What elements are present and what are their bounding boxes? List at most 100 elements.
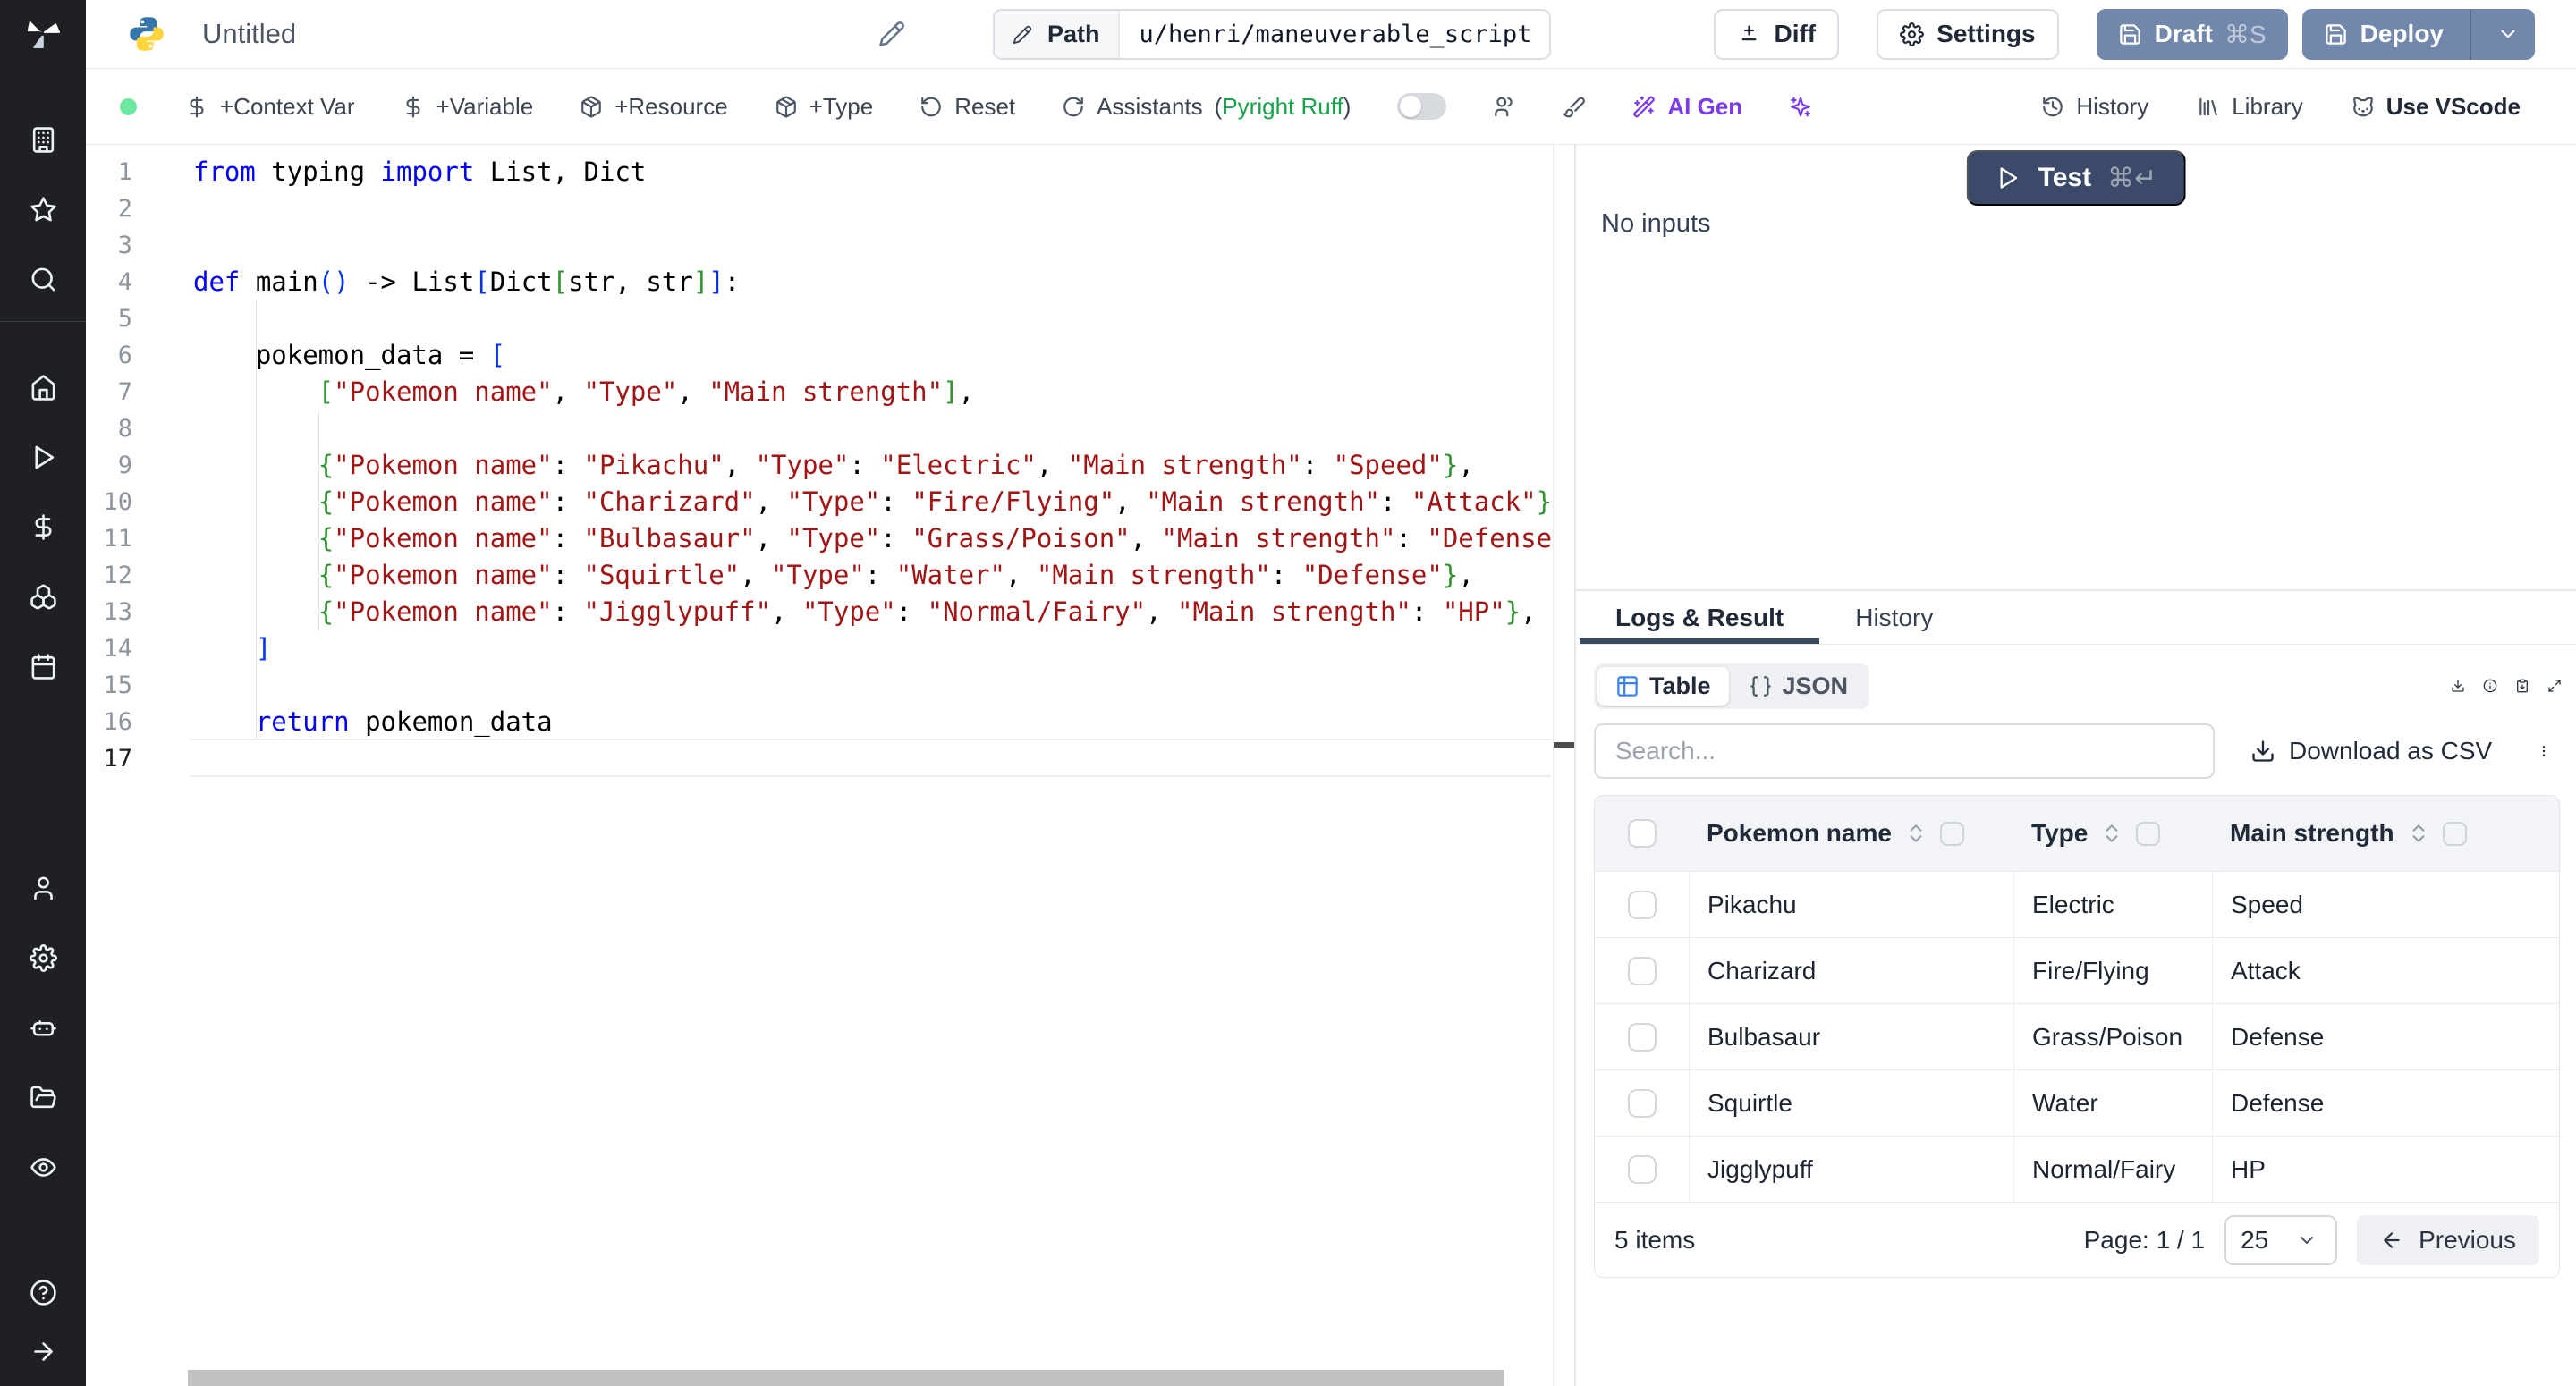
download-csv-button[interactable]: Download as CSV bbox=[2250, 737, 2492, 765]
download-result-icon[interactable] bbox=[2451, 672, 2465, 699]
path-value[interactable]: u/henri/maneuverable_script bbox=[1120, 11, 1550, 58]
row-checkbox[interactable] bbox=[1628, 957, 1657, 985]
horizontal-scrollbar[interactable] bbox=[188, 1370, 1504, 1386]
row-checkbox[interactable] bbox=[1628, 1023, 1657, 1052]
settings-button[interactable]: Settings bbox=[1877, 9, 2058, 60]
column-filter-checkbox[interactable] bbox=[2443, 822, 2467, 846]
line-number: 12 bbox=[86, 557, 132, 594]
wand-icon bbox=[1632, 95, 1656, 119]
select-all-checkbox[interactable] bbox=[1628, 819, 1657, 848]
help-icon[interactable] bbox=[0, 1263, 86, 1322]
collaborators-icon[interactable] bbox=[1493, 95, 1516, 119]
pagination: Page: 1 / 1 25 Previous bbox=[2084, 1215, 2539, 1265]
assistants-button[interactable]: Assistants(Pyright Ruff) bbox=[1062, 93, 1351, 121]
code-line bbox=[193, 190, 1551, 227]
code-line: {"Pokemon name": "Charizard", "Type": "F… bbox=[193, 484, 1551, 520]
header-select-cell bbox=[1595, 796, 1689, 871]
table-cell: Speed bbox=[2212, 872, 2559, 937]
table-row: PikachuElectricSpeed bbox=[1595, 871, 2559, 937]
add-resource-button[interactable]: +Resource bbox=[580, 93, 727, 121]
code-editor[interactable]: 1234567891011121314151617 from typing im… bbox=[86, 145, 1574, 1386]
sort-icon[interactable] bbox=[2407, 822, 2430, 845]
play-icon[interactable] bbox=[0, 422, 86, 492]
view-toggle-table[interactable]: Table bbox=[1597, 667, 1729, 706]
add-type-button[interactable]: +Type bbox=[775, 93, 874, 121]
row-checkbox[interactable] bbox=[1628, 891, 1657, 919]
home-icon[interactable] bbox=[0, 352, 86, 422]
braces-icon bbox=[1749, 674, 1773, 698]
dollar-icon[interactable] bbox=[0, 492, 86, 562]
line-number: 14 bbox=[86, 630, 132, 667]
worker-icon[interactable] bbox=[0, 993, 86, 1062]
chevron-down-icon bbox=[2296, 1230, 2321, 1251]
line-number: 17 bbox=[86, 740, 132, 777]
sparkles-icon[interactable] bbox=[1789, 95, 1812, 119]
column-filter-checkbox[interactable] bbox=[1940, 822, 1964, 846]
code-content[interactable]: from typing import List, Dictdef main() … bbox=[193, 154, 1551, 777]
building-icon[interactable] bbox=[0, 105, 86, 174]
star-icon[interactable] bbox=[0, 174, 86, 244]
view-toggle-json[interactable]: JSON bbox=[1731, 667, 1867, 706]
reset-button[interactable]: Reset bbox=[919, 93, 1015, 121]
tab-logs-result[interactable]: Logs & Result bbox=[1580, 591, 1819, 644]
no-inputs-label: No inputs bbox=[1601, 209, 1711, 239]
sort-icon[interactable] bbox=[1904, 822, 1928, 845]
table-row: JigglypuffNormal/FairyHP bbox=[1595, 1136, 2559, 1202]
row-select-cell bbox=[1595, 872, 1689, 937]
row-select-cell bbox=[1595, 1137, 1689, 1202]
result-panel: Logs & Result History Table JSON bbox=[1576, 589, 2576, 1386]
result-actions bbox=[2451, 672, 2562, 699]
draft-button[interactable]: Draft⌘S bbox=[2097, 9, 2288, 60]
items-count: 5 items bbox=[1614, 1226, 1695, 1255]
row-checkbox[interactable] bbox=[1628, 1089, 1657, 1118]
history-button[interactable]: History bbox=[2041, 93, 2148, 121]
table-icon bbox=[1615, 674, 1640, 698]
sort-icon[interactable] bbox=[2100, 822, 2123, 845]
use-vscode-button[interactable]: Use VScode bbox=[2351, 93, 2521, 121]
arrow-right-icon[interactable] bbox=[0, 1322, 86, 1381]
multiplayer-toggle[interactable] bbox=[1397, 93, 1446, 120]
diff-button[interactable]: Diff bbox=[1714, 9, 1839, 60]
format-brush-icon[interactable] bbox=[1563, 95, 1586, 119]
line-number: 4 bbox=[86, 264, 132, 300]
column-filter-checkbox[interactable] bbox=[2136, 822, 2160, 846]
path-field[interactable]: Path u/henri/maneuverable_script bbox=[993, 9, 1551, 60]
page-indicator: Page: 1 / 1 bbox=[2084, 1226, 2205, 1255]
test-shortcut: ⌘↵ bbox=[2107, 163, 2157, 194]
previous-page-button[interactable]: Previous bbox=[2357, 1215, 2539, 1265]
add-context-var-button[interactable]: +Context Var bbox=[185, 93, 355, 121]
code-line: pokemon_data = [ bbox=[193, 337, 1551, 374]
search-input[interactable] bbox=[1594, 723, 2215, 779]
info-icon[interactable] bbox=[2483, 672, 2497, 699]
line-number: 6 bbox=[86, 337, 132, 374]
boxes-icon[interactable] bbox=[0, 562, 86, 631]
edit-summary-pencil-icon[interactable] bbox=[878, 21, 905, 47]
test-button[interactable]: Test ⌘↵ bbox=[1967, 150, 2186, 206]
add-variable-button[interactable]: +Variable bbox=[402, 93, 534, 121]
deploy-button[interactable]: Deploy bbox=[2302, 9, 2535, 60]
expand-icon[interactable] bbox=[2547, 672, 2562, 699]
windmill-logo-icon[interactable] bbox=[0, 0, 86, 69]
tab-history[interactable]: History bbox=[1819, 591, 1969, 644]
library-button[interactable]: Library bbox=[2197, 93, 2302, 121]
eye-icon[interactable] bbox=[0, 1132, 86, 1202]
search-icon[interactable] bbox=[0, 244, 86, 314]
deploy-dropdown[interactable] bbox=[2483, 22, 2535, 46]
ai-gen-button[interactable]: AI Gen bbox=[1632, 93, 1742, 121]
calendar-icon[interactable] bbox=[0, 631, 86, 701]
settings-icon[interactable] bbox=[0, 923, 86, 993]
result-toolbar: Table JSON bbox=[1594, 657, 2562, 714]
header-pokemon-name: Pokemon name bbox=[1689, 796, 2013, 871]
assistants-status: (Pyright Ruff) bbox=[1215, 93, 1352, 121]
user-icon[interactable] bbox=[0, 853, 86, 923]
table-cell: Fire/Flying bbox=[2013, 938, 2212, 1003]
folder-icon[interactable] bbox=[0, 1062, 86, 1132]
table-more-menu[interactable] bbox=[2537, 738, 2551, 765]
save-icon bbox=[2324, 22, 2349, 46]
copy-clipboard-icon[interactable] bbox=[2515, 672, 2529, 699]
row-checkbox[interactable] bbox=[1628, 1155, 1657, 1184]
line-number: 13 bbox=[86, 594, 132, 630]
table-search-row: Download as CSV bbox=[1594, 723, 2551, 779]
line-number: 11 bbox=[86, 520, 132, 557]
page-size-select[interactable]: 25 bbox=[2224, 1215, 2337, 1265]
